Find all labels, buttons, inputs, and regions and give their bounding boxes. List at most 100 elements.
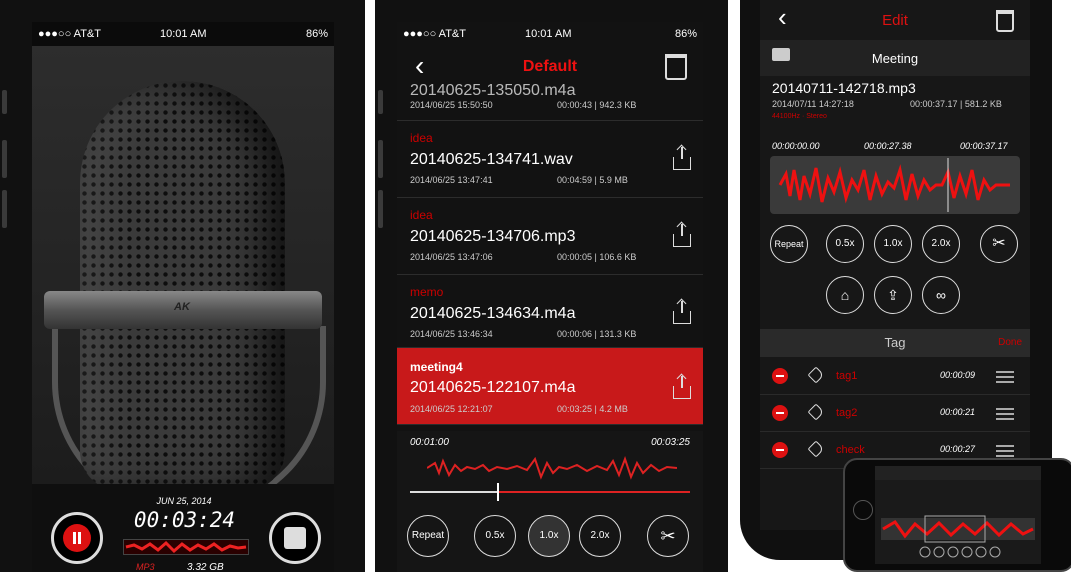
editor-screen: ‹ Edit Meeting 20140711-142718.mp3 2014/…: [760, 0, 1030, 530]
scissors-icon[interactable]: ✂: [980, 225, 1018, 263]
speed-1-0x-button[interactable]: 1.0x: [874, 225, 912, 263]
waveform: [427, 456, 677, 480]
recording-date: 2014/06/25 13:46:34: [410, 329, 493, 339]
recording-date: 2014/06/25 13:47:06: [410, 252, 493, 262]
microphone-background: AK: [32, 46, 334, 512]
list-screen: ●●●○○ AT&T 10:01 AM 86% ‹ Default 201406…: [397, 22, 703, 572]
tag-icon: [807, 440, 825, 458]
trash-icon[interactable]: [996, 10, 1014, 32]
tag-name[interactable]: tag2: [836, 407, 857, 419]
recording-filename: 20140625-134706.mp3: [410, 228, 576, 245]
recording-date: 2014/07/11 14:27:18: [772, 99, 854, 109]
recording-filename: 20140625-122107.m4a: [410, 379, 576, 396]
tag-row[interactable]: tag1 00:00:09: [760, 358, 1030, 395]
list-item-selected[interactable]: meeting4 20140625-122107.m4a 2014/06/25 …: [397, 348, 703, 425]
format-label[interactable]: MP3: [136, 562, 155, 572]
battery-label: 86%: [305, 28, 328, 40]
recording-info: 00:00:43 | 942.3 KB: [557, 100, 637, 110]
reorder-handle-icon[interactable]: [996, 445, 1014, 457]
pause-icon: [63, 524, 91, 552]
list-item[interactable]: 20140625-135050.m4a 2014/06/25 15:50:50 …: [397, 82, 703, 121]
list-item[interactable]: idea 20140625-134741.wav 2014/06/25 13:4…: [397, 121, 703, 198]
list-phone: ●●●○○ AT&T 10:01 AM 86% ‹ Default 201406…: [375, 0, 728, 572]
tag-name[interactable]: check: [836, 444, 865, 456]
tag-icon: [807, 403, 825, 421]
delete-icon[interactable]: [772, 368, 788, 384]
stop-icon: [284, 527, 306, 549]
pause-record-button[interactable]: [51, 512, 103, 564]
share-icon[interactable]: [673, 147, 691, 170]
recording-format: 44100Hz · Stereo: [772, 113, 827, 120]
free-space-label: 3.32 GB: [187, 562, 224, 572]
seek-remaining: [498, 491, 690, 493]
list-item[interactable]: memo 20140625-134634.m4a 2014/06/25 13:4…: [397, 275, 703, 348]
microphone-logo: AK: [174, 301, 190, 313]
total-time: 00:03:25: [651, 437, 690, 448]
clock-label: 10:01 AM: [525, 28, 572, 40]
recording-info: 00:03:25 | 4.2 MB: [557, 404, 628, 414]
recording-tag: idea: [410, 208, 433, 222]
seek-track[interactable]: [410, 491, 690, 493]
speed-2-0x-button[interactable]: 2.0x: [922, 225, 960, 263]
speed-1-0x-button[interactable]: 1.0x: [528, 515, 570, 557]
delete-icon[interactable]: [772, 442, 788, 458]
clock-label: 10:01 AM: [160, 28, 207, 40]
editor-phone: ‹ Edit Meeting 20140711-142718.mp3 2014/…: [738, 0, 1071, 572]
current-time: 00:01:00: [410, 437, 449, 448]
recording-info: 00:04:59 | 5.9 MB: [557, 175, 628, 185]
landscape-phone-thumbnail: [843, 458, 1071, 572]
trash-icon[interactable]: [665, 54, 687, 80]
share-icon[interactable]: [673, 301, 691, 324]
waveform[interactable]: [770, 156, 1020, 214]
scissors-icon[interactable]: ✂: [647, 515, 689, 557]
tag-icon[interactable]: ⌂: [826, 276, 864, 314]
recording-info: 00:00:06 | 131.3 KB: [557, 329, 637, 339]
mute-switch: [378, 90, 383, 114]
player-panel: 00:01:00 00:03:25 Repeat 0.5x 1.0x 2.0x …: [397, 431, 703, 572]
reorder-handle-icon[interactable]: [996, 371, 1014, 383]
tag-row[interactable]: tag2 00:00:21: [760, 395, 1030, 432]
speed-0-5x-button[interactable]: 0.5x: [826, 225, 864, 263]
reorder-handle-icon[interactable]: [996, 408, 1014, 420]
seek-handle[interactable]: [497, 483, 499, 501]
stop-button[interactable]: [269, 512, 321, 564]
recording-title[interactable]: Meeting: [760, 51, 1030, 66]
share-icon[interactable]: [673, 224, 691, 247]
speed-2-0x-button[interactable]: 2.0x: [579, 515, 621, 557]
volume-down-button: [378, 190, 383, 228]
volume-up-button: [2, 140, 7, 178]
level-meter: [123, 539, 249, 555]
done-button[interactable]: Done: [998, 337, 1022, 348]
recording-tag: meeting4: [410, 360, 463, 374]
recording-tag: memo: [410, 285, 444, 299]
recording-filename: 20140625-134741.wav: [410, 151, 573, 168]
status-bar: ●●●○○ AT&T 10:01 AM 86%: [397, 22, 703, 46]
list-item[interactable]: idea 20140625-134706.mp3 2014/06/25 13:4…: [397, 198, 703, 275]
recorder-screen: ●●●○○ AT&T 10:01 AM 86% AK JUN 25, 2014 …: [32, 22, 334, 572]
share-icon[interactable]: [673, 376, 691, 399]
page-title: Edit: [882, 12, 908, 29]
tag-header: Tag Done: [760, 329, 1030, 357]
landscape-screen: [875, 466, 1041, 564]
marker-time: 00:00:27.38: [864, 141, 912, 151]
status-bar: ●●●○○ AT&T 10:01 AM 86%: [32, 22, 334, 46]
delete-icon[interactable]: [772, 405, 788, 421]
share-icon[interactable]: ⇪: [874, 276, 912, 314]
home-button-icon: [853, 500, 873, 520]
repeat-button[interactable]: Repeat: [770, 225, 808, 263]
recording-filename: 20140711-142718.mp3: [772, 80, 916, 96]
recording-filename: 20140625-135050.m4a: [410, 82, 576, 99]
battery-label: 86%: [674, 28, 697, 40]
link-icon[interactable]: ∞: [922, 276, 960, 314]
end-time: 00:00:37.17: [960, 141, 1008, 151]
recording-date: 2014/06/25 13:47:41: [410, 175, 493, 185]
landscape-waveform: [875, 466, 1041, 558]
speed-0-5x-button[interactable]: 0.5x: [474, 515, 516, 557]
tag-name[interactable]: tag1: [836, 370, 857, 382]
recording-filename: 20140625-134634.m4a: [410, 305, 576, 322]
microphone-icon: [80, 81, 285, 491]
repeat-button[interactable]: Repeat: [407, 515, 449, 557]
recording-header: Meeting: [760, 40, 1030, 76]
page-title: Default: [522, 58, 578, 75]
volume-up-button: [378, 140, 383, 178]
